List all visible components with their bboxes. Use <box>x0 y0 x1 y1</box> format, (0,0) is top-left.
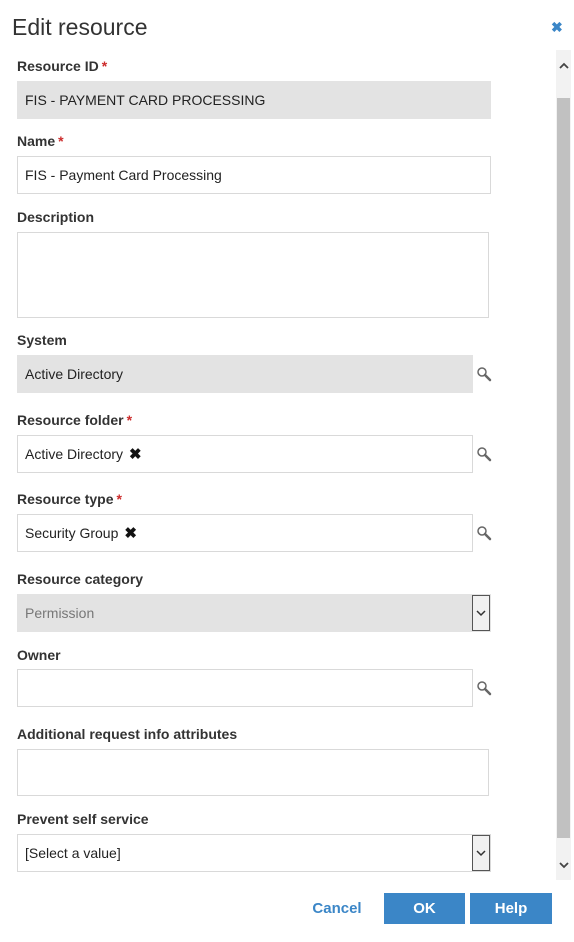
required-marker: * <box>116 491 122 507</box>
dialog-title: Edit resource <box>12 14 148 40</box>
resource-folder-label: Resource folder * <box>17 412 132 428</box>
help-button[interactable]: Help <box>470 893 552 924</box>
resource-id-field: FIS - PAYMENT CARD PROCESSING <box>17 81 491 119</box>
resource-type-chip: Security Group <box>25 525 119 541</box>
required-marker: * <box>101 58 108 74</box>
vertical-scrollbar[interactable] <box>556 50 571 880</box>
resource-id-value: FIS - PAYMENT CARD PROCESSING <box>25 92 266 108</box>
system-label: System <box>17 332 67 348</box>
resource-category-value: Permission <box>25 605 95 621</box>
remove-chip-close-icon[interactable]: ✖ <box>129 445 142 463</box>
form-body: Resource ID * FIS - PAYMENT CARD PROCESSI… <box>0 50 556 880</box>
resource-folder-label-text: Resource folder <box>17 412 124 428</box>
name-input[interactable]: FIS - Payment Card Processing <box>17 156 491 194</box>
resource-folder-field[interactable]: Active Directory ✖ <box>17 435 473 473</box>
resource-type-label-text: Resource type <box>17 491 114 507</box>
system-field: Active Directory <box>17 355 473 393</box>
close-icon[interactable]: ✖ <box>551 20 563 34</box>
resource-folder-search-icon[interactable] <box>476 446 492 462</box>
resource-type-label: Resource type * <box>17 491 122 507</box>
required-marker: * <box>126 412 133 428</box>
resource-type-field[interactable]: Security Group ✖ <box>17 514 473 552</box>
resource-id-label: Resource ID * <box>17 58 107 74</box>
ok-button[interactable]: OK <box>384 893 465 924</box>
name-value: FIS - Payment Card Processing <box>25 167 222 183</box>
name-label: Name * <box>17 133 64 149</box>
prevent-self-service-select[interactable]: [Select a value] <box>17 834 491 872</box>
resource-type-search-icon[interactable] <box>476 525 492 541</box>
remove-chip-close-icon[interactable]: ✖ <box>124 524 137 542</box>
resource-category-label: Resource category <box>17 571 144 587</box>
scroll-down-arrow-icon[interactable] <box>556 850 571 880</box>
scroll-up-arrow-icon[interactable] <box>556 50 571 80</box>
system-value: Active Directory <box>25 366 124 382</box>
additional-info-label: Additional request info attributes <box>17 726 238 742</box>
description-textarea[interactable] <box>17 232 489 318</box>
system-lookup-search-icon[interactable] <box>476 366 492 382</box>
resource-category-select: Permission <box>17 594 491 632</box>
scrollbar-thumb[interactable] <box>557 98 570 838</box>
owner-label: Owner <box>17 647 61 663</box>
cancel-button[interactable]: Cancel <box>306 893 368 924</box>
description-label: Description <box>17 209 95 225</box>
resource-folder-chip: Active Directory <box>25 446 124 462</box>
owner-search-icon[interactable] <box>476 680 492 696</box>
owner-field[interactable] <box>17 669 473 707</box>
name-label-text: Name <box>17 133 56 149</box>
edit-resource-dialog: Edit resource ✖ Resource ID * FIS - PAYME… <box>0 0 574 942</box>
additional-info-textarea[interactable] <box>17 749 489 796</box>
resource-id-label-text: Resource ID <box>17 58 99 74</box>
required-marker: * <box>58 133 64 149</box>
chevron-down-icon[interactable] <box>472 835 490 871</box>
chevron-down-icon <box>472 595 490 631</box>
prevent-self-service-value: [Select a value] <box>25 845 121 861</box>
prevent-self-service-label: Prevent self service <box>17 811 149 827</box>
